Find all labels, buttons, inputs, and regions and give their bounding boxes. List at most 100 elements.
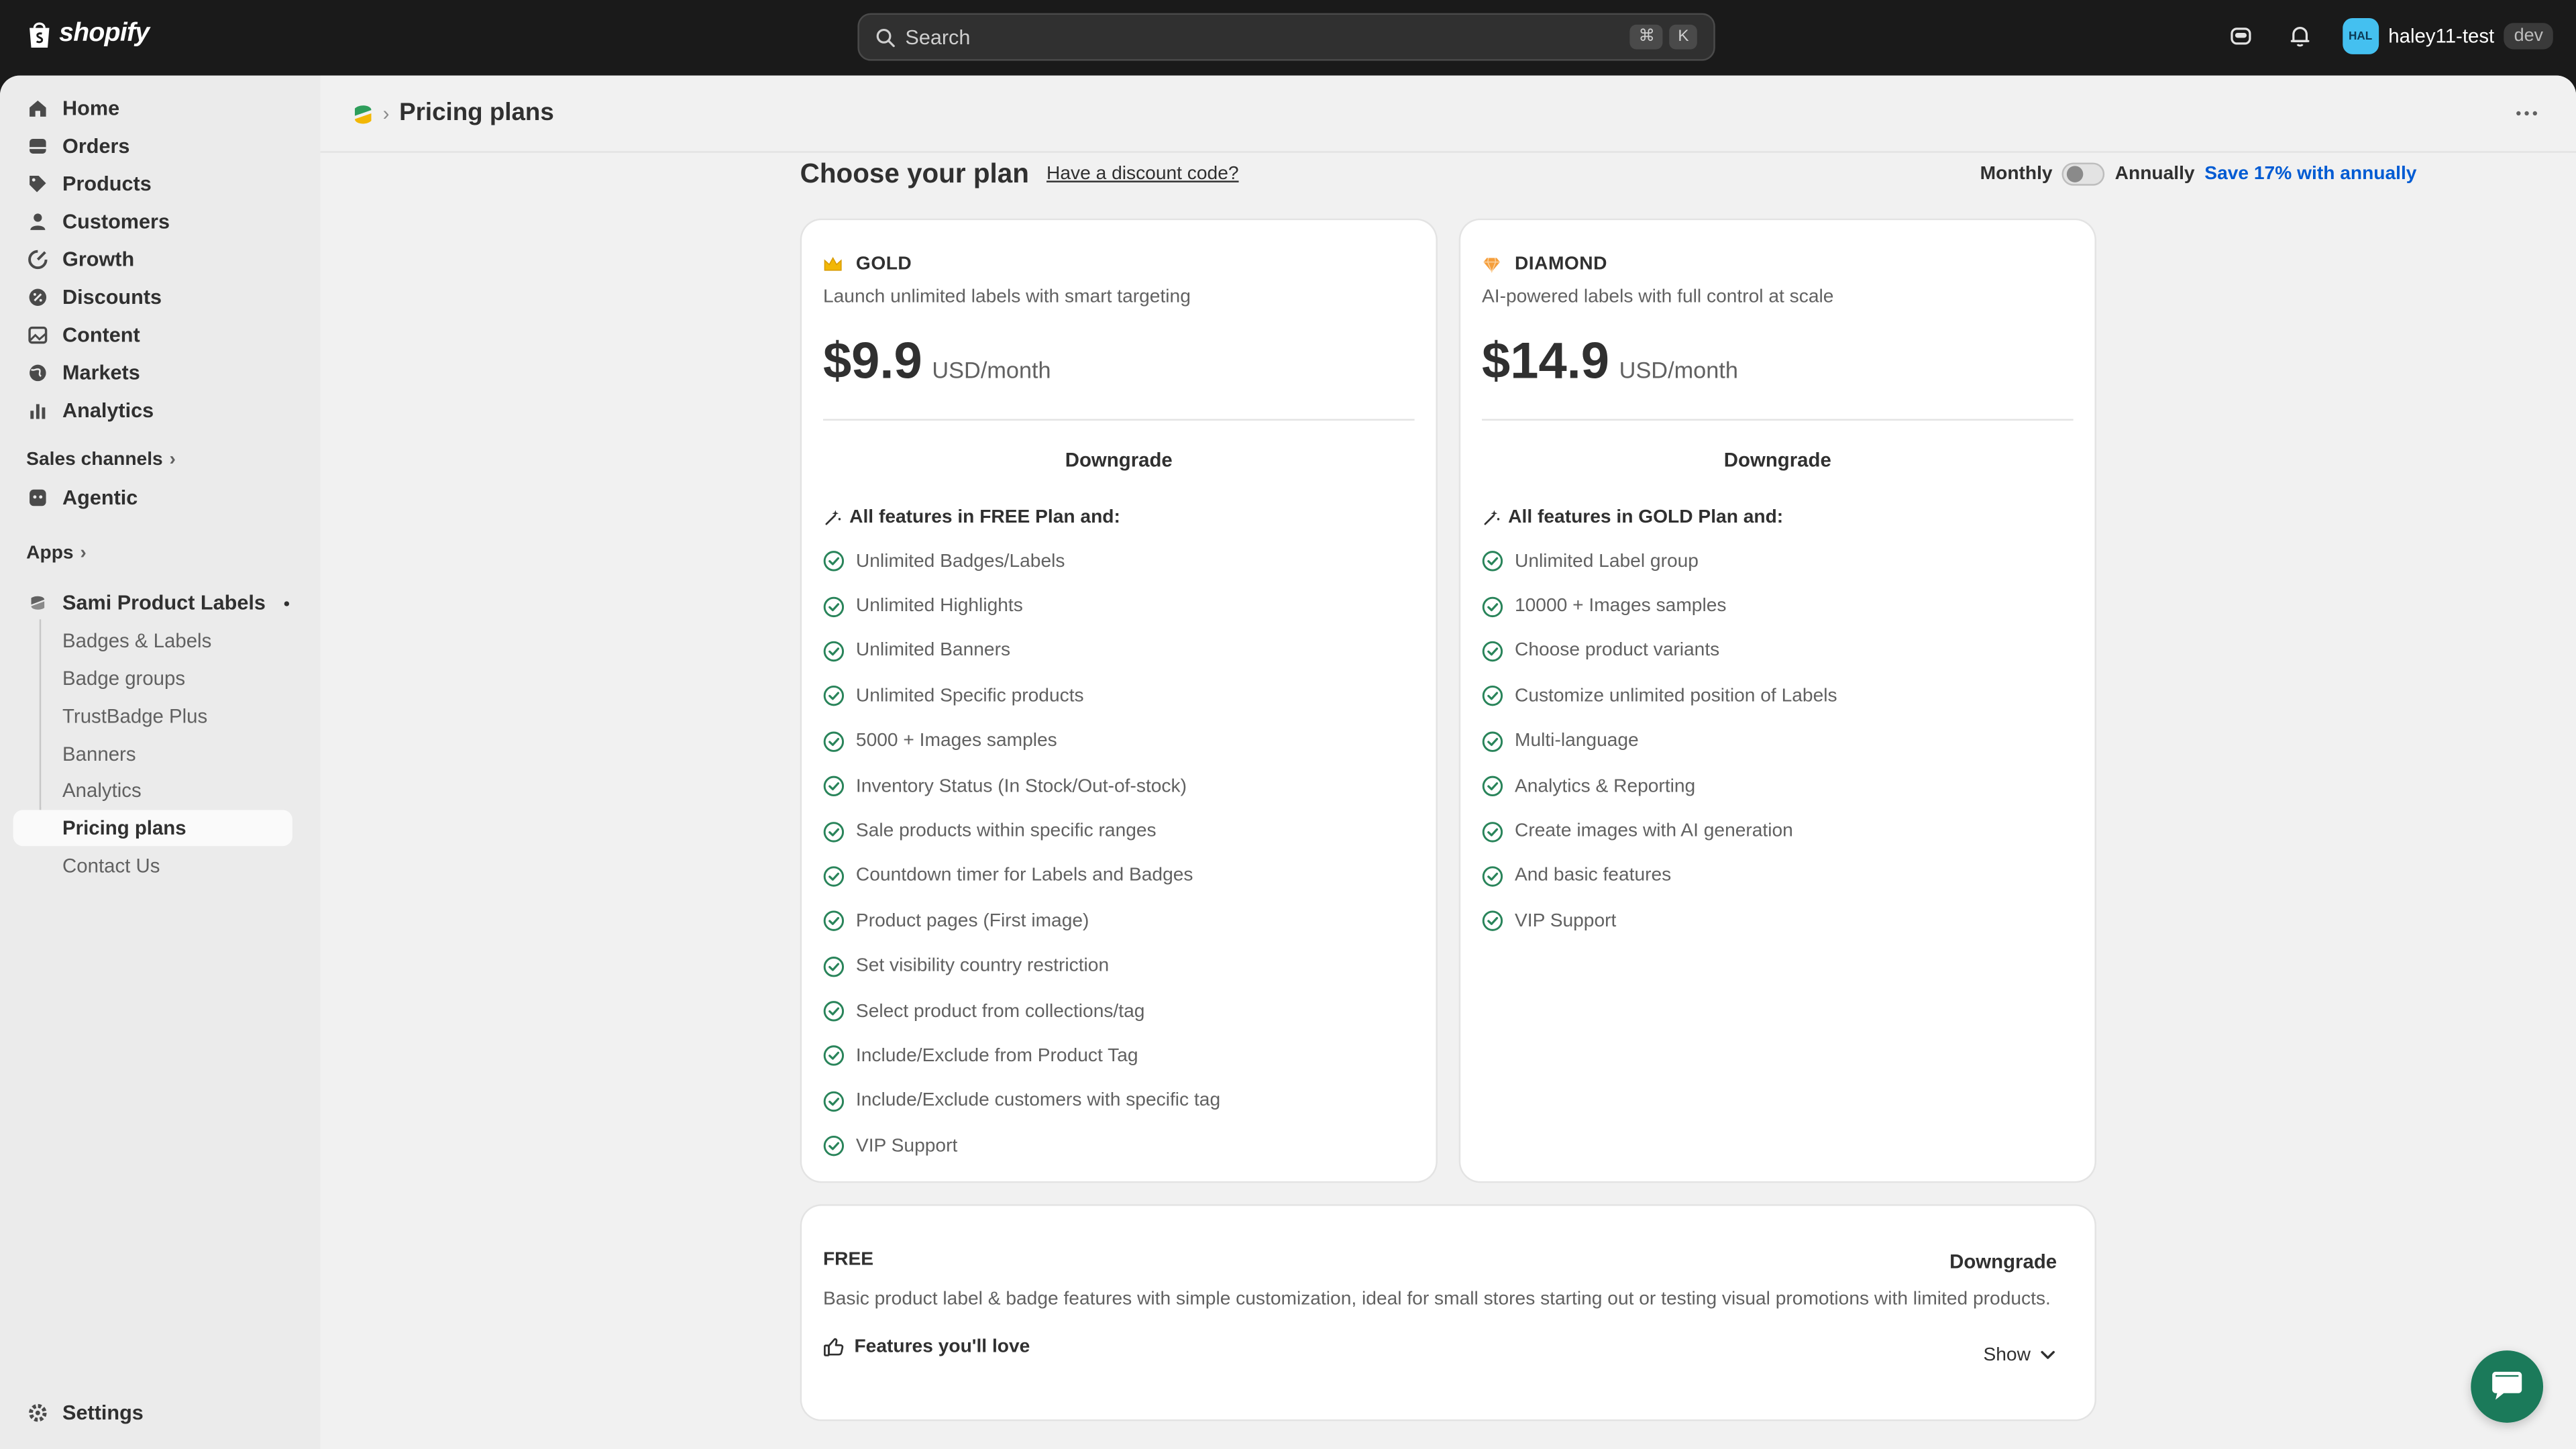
feature-label: Include/Exclude customers with specific … — [855, 1091, 1221, 1112]
list-item: Countdown timer for Labels and Badges — [823, 854, 1220, 899]
feature-label: Sale products within specific ranges — [855, 821, 1157, 841]
gold-features-heading: All features in FREE Plan and: — [823, 508, 1120, 527]
top-bar: shopify Search ⌘ K HAL haley11-test dev — [0, 0, 2576, 76]
content-icon — [26, 323, 49, 346]
sidebar-item-markets[interactable]: Markets — [13, 355, 292, 391]
list-item: Multi-language — [1482, 719, 1837, 764]
sidebar-subitem-badges-labels[interactable]: Badges & Labels — [13, 623, 292, 659]
feature-label: Unlimited Label group — [1514, 551, 1699, 572]
store-menu[interactable]: HAL haley11-test dev — [2342, 17, 2553, 54]
sidebar-item-label: Settings — [62, 1401, 144, 1425]
discount-code-link[interactable]: Have a discount code? — [1046, 164, 1239, 184]
check-circle-icon — [823, 776, 845, 797]
choose-plan-title: Choose your plan — [800, 159, 1029, 189]
chat-support-button[interactable] — [2471, 1350, 2544, 1423]
diamond-plan-price: $14.9 USD/month — [1482, 332, 1738, 391]
feature-label: Product pages (First image) — [855, 911, 1089, 932]
sparkle-icon — [825, 509, 841, 525]
discount-icon — [26, 286, 49, 309]
diamond-features-heading: All features in GOLD Plan and: — [1482, 508, 1783, 527]
sami-app-logo-icon[interactable] — [354, 103, 373, 126]
orders-icon — [26, 135, 49, 158]
sidebar-item-customers[interactable]: Customers — [13, 204, 292, 240]
shortcut-cmd-key: ⌘ — [1630, 24, 1664, 50]
sidebar-item-discounts[interactable]: Discounts — [13, 279, 292, 315]
sidebar-subitem-label: Badges & Labels — [62, 629, 212, 653]
feature-label: VIP Support — [855, 1136, 958, 1157]
feature-label: VIP Support — [1514, 911, 1617, 932]
sidebar-subitem-badge-groups[interactable]: Badge groups — [13, 660, 292, 696]
chevron-right-icon: › — [80, 543, 87, 564]
list-item: Unlimited Banners — [823, 629, 1220, 674]
sidebar-item-agentic[interactable]: Agentic — [13, 480, 292, 516]
dev-badge: dev — [2504, 23, 2553, 50]
diamond-plan-name: DIAMOND — [1482, 255, 1607, 274]
shopify-bag-icon — [30, 22, 50, 48]
sidebar-item-label: Content — [62, 323, 140, 347]
shopify-logo[interactable]: shopify — [26, 19, 150, 49]
feature-label: Unlimited Banners — [855, 641, 1011, 661]
gold-plan-card: GOLD Launch unlimited labels with smart … — [802, 220, 1436, 1181]
sidebar-subitem-contact-us[interactable]: Contact Us — [13, 848, 292, 884]
check-circle-icon — [1482, 821, 1503, 842]
check-circle-icon — [823, 596, 845, 617]
more-actions-button[interactable] — [2510, 97, 2543, 129]
bell-icon — [2290, 27, 2309, 47]
list-item: Select product from collections/tag — [823, 989, 1220, 1034]
check-circle-icon — [823, 821, 845, 842]
list-item: Unlimited Label group — [1482, 539, 1837, 584]
list-item: 10000 + Images samples — [1482, 584, 1837, 629]
crown-icon — [824, 256, 842, 271]
sidebar-item-label: Products — [62, 172, 152, 196]
search-icon — [876, 28, 895, 46]
list-item: VIP Support — [823, 1124, 1220, 1169]
sidekick-button[interactable] — [2224, 19, 2257, 52]
notifications-button[interactable] — [2284, 19, 2316, 52]
sidebar-item-home[interactable]: Home — [13, 91, 292, 127]
sidebar-subitem-analytics[interactable]: Analytics — [13, 772, 292, 808]
sidebar-item-growth[interactable]: Growth — [13, 241, 292, 278]
show-features-button[interactable]: Show — [1983, 1346, 2055, 1365]
check-circle-icon — [1482, 911, 1503, 932]
sales-channels-header[interactable]: Sales channels › — [26, 450, 176, 470]
diamond-feature-list: Unlimited Label group 10000 + Images sam… — [1482, 539, 1837, 944]
free-downgrade-button[interactable]: Downgrade — [1949, 1250, 2057, 1273]
check-circle-icon — [1482, 641, 1503, 662]
list-item: Choose product variants — [1482, 629, 1837, 674]
billing-annually-label: Annually — [2114, 164, 2195, 184]
toggle-knob — [2067, 166, 2084, 182]
sidebar-item-content[interactable]: Content — [13, 317, 292, 354]
apps-header[interactable]: Apps › — [26, 544, 87, 564]
search-input[interactable]: Search ⌘ K — [857, 13, 1715, 61]
sidebar-subitem-trustbadge-plus[interactable]: TrustBadge Plus — [13, 698, 292, 735]
chat-bubble-icon — [2492, 1371, 2522, 1400]
sidebar-item-analytics[interactable]: Analytics — [13, 392, 292, 429]
feature-label: Unlimited Highlights — [855, 596, 1023, 616]
apps-label: Apps — [26, 543, 74, 564]
sidebar-subitem-label: Contact Us — [62, 854, 160, 877]
agentic-icon — [26, 486, 49, 509]
features-heading-label: All features in FREE Plan and: — [849, 507, 1120, 528]
feature-label: Unlimited Badges/Labels — [855, 551, 1065, 572]
free-plan-description: Basic product label & badge features wit… — [822, 1289, 2051, 1309]
sidebar-item-sami-product-labels[interactable]: Sami Product Labels — [13, 585, 292, 621]
avatar: HAL — [2342, 17, 2379, 54]
person-icon — [26, 210, 49, 233]
sidebar-subitem-pricing-plans[interactable]: Pricing plans — [13, 810, 292, 847]
billing-cycle-toggle[interactable] — [2062, 162, 2105, 186]
sidebar-subitem-banners[interactable]: Banners — [13, 736, 292, 772]
price-unit: USD/month — [932, 356, 1051, 383]
check-circle-icon — [823, 1001, 845, 1022]
sidebar-item-orders[interactable]: Orders — [13, 128, 292, 164]
check-circle-icon — [823, 1091, 845, 1112]
thumbs-up-icon — [824, 1338, 844, 1356]
diamond-downgrade-button[interactable]: Downgrade — [1482, 449, 2074, 472]
check-circle-icon — [823, 731, 845, 752]
check-circle-icon — [1482, 866, 1503, 887]
gold-downgrade-button[interactable]: Downgrade — [823, 449, 1415, 472]
check-circle-icon — [823, 686, 845, 707]
feature-label: Countdown timer for Labels and Badges — [855, 866, 1193, 887]
sidebar-item-settings[interactable]: Settings — [13, 1395, 292, 1431]
check-circle-icon — [823, 641, 845, 662]
sidebar-item-products[interactable]: Products — [13, 166, 292, 202]
